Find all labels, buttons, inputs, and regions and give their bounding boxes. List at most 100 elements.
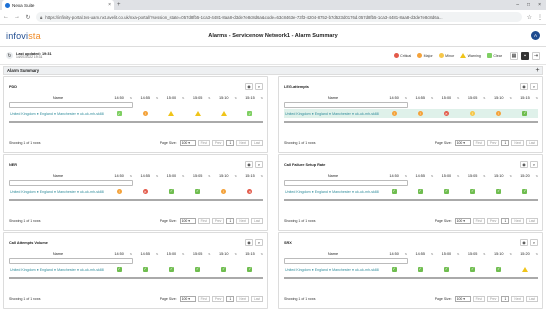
- name-filter-input[interactable]: [284, 180, 408, 186]
- column-header[interactable]: 15:15 ⇅: [512, 96, 538, 100]
- warning-icon[interactable]: [194, 111, 201, 116]
- column-header[interactable]: 14:55 ⇅: [132, 96, 159, 100]
- page-number-input[interactable]: 1: [501, 295, 510, 302]
- name-filter-input[interactable]: [9, 180, 133, 186]
- ok-icon[interactable]: ✓: [391, 189, 397, 194]
- ok-icon[interactable]: ✓: [168, 189, 174, 194]
- column-header[interactable]: 15:15 ⇅: [237, 174, 263, 178]
- last-page-button[interactable]: Last: [250, 295, 263, 302]
- column-header[interactable]: 15:05 ⇅: [185, 252, 211, 256]
- column-header[interactable]: 14:50 ⇅: [106, 96, 132, 100]
- first-page-button[interactable]: First: [197, 295, 210, 302]
- browser-tab[interactable]: Nexa Suite ×: [2, 0, 114, 10]
- new-tab-icon[interactable]: +: [117, 2, 121, 8]
- browser-menu-icon[interactable]: ⋮: [537, 14, 543, 21]
- next-page-button[interactable]: Next: [511, 217, 524, 224]
- first-page-button[interactable]: First: [197, 139, 210, 146]
- column-header[interactable]: 15:00 ⇅: [433, 96, 460, 100]
- prev-page-button[interactable]: Prev: [211, 217, 225, 224]
- export-icon[interactable]: ⇥: [532, 51, 540, 60]
- clear-icon[interactable]: ✓: [247, 111, 253, 116]
- horizontal-scrollbar[interactable]: [9, 121, 263, 123]
- page-number-input[interactable]: 1: [226, 295, 235, 302]
- last-page-button[interactable]: Last: [525, 295, 538, 302]
- last-page-button[interactable]: Last: [250, 217, 263, 224]
- sort-icon[interactable]: ⇅: [536, 174, 539, 178]
- horizontal-scrollbar[interactable]: [9, 199, 263, 201]
- ok-icon[interactable]: ✓: [195, 267, 201, 272]
- row-name-link[interactable]: United Kingdom ● England ● Manchester ● …: [284, 112, 381, 116]
- table-row[interactable]: United Kingdom ● England ● Manchester ● …: [284, 109, 538, 118]
- column-header-name[interactable]: Name: [10, 96, 106, 100]
- last-page-button[interactable]: Last: [250, 139, 263, 146]
- column-header[interactable]: 15:05 ⇅: [185, 174, 211, 178]
- column-header[interactable]: 14:50 ⇅: [381, 252, 407, 256]
- next-page-button[interactable]: Next: [236, 217, 249, 224]
- first-page-button[interactable]: First: [472, 139, 485, 146]
- next-page-button[interactable]: Next: [511, 295, 524, 302]
- ok-icon[interactable]: ✓: [522, 189, 528, 194]
- ok-icon[interactable]: ✓: [522, 111, 528, 116]
- calendar-icon[interactable]: ▦: [510, 51, 518, 60]
- sort-icon[interactable]: ⇅: [261, 174, 264, 178]
- warning-icon[interactable]: [168, 111, 175, 116]
- page-size-select[interactable]: 100 ▾: [179, 139, 196, 146]
- row-name-link[interactable]: United Kingdom ● England ● Manchester ● …: [284, 268, 381, 272]
- column-header[interactable]: 15:10 ⇅: [486, 174, 512, 178]
- reload-icon[interactable]: ↻: [25, 14, 31, 21]
- ok-icon[interactable]: ✓: [168, 267, 174, 272]
- horizontal-scrollbar[interactable]: [284, 121, 538, 123]
- page-size-select[interactable]: 100 ▾: [179, 217, 196, 224]
- maximize-icon[interactable]: □: [527, 2, 530, 8]
- page-size-select[interactable]: 100 ▾: [454, 295, 471, 302]
- column-header[interactable]: 15:00 ⇅: [433, 252, 460, 256]
- major-icon[interactable]: !: [496, 111, 502, 116]
- table-row[interactable]: United Kingdom ● England ● Manchester ● …: [9, 265, 263, 274]
- bookmark-star-icon[interactable]: ☆: [527, 14, 532, 21]
- table-row[interactable]: United Kingdom ● England ● Manchester ● …: [9, 187, 263, 196]
- horizontal-scrollbar[interactable]: [284, 199, 538, 201]
- column-header-name[interactable]: Name: [10, 174, 106, 178]
- column-header[interactable]: 15:10 ⇅: [211, 96, 237, 100]
- zoom-icon[interactable]: ⌕: [255, 239, 263, 246]
- column-header[interactable]: 14:55 ⇅: [407, 174, 434, 178]
- column-header[interactable]: 14:55 ⇅: [132, 252, 159, 256]
- column-header[interactable]: 15:00 ⇅: [433, 174, 460, 178]
- name-filter-input[interactable]: [284, 258, 408, 264]
- column-header[interactable]: 15:00 ⇅: [158, 252, 185, 256]
- address-bar[interactable]: 🔒︎ https://infinity-portal.tvs-uam.nxt.a…: [36, 12, 522, 22]
- ok-icon[interactable]: ✓: [470, 189, 476, 194]
- ok-icon[interactable]: ✓: [391, 267, 397, 272]
- zoom-icon[interactable]: ⌕: [530, 83, 538, 90]
- last-page-button[interactable]: Last: [525, 139, 538, 146]
- column-header[interactable]: 14:50 ⇅: [106, 174, 132, 178]
- column-header[interactable]: 15:15 ⇅: [237, 252, 263, 256]
- major-icon[interactable]: !: [221, 189, 227, 194]
- critical-icon[interactable]: ✕: [142, 189, 148, 194]
- sort-icon[interactable]: ⇅: [261, 96, 264, 100]
- close-tab-icon[interactable]: ×: [108, 2, 111, 8]
- next-page-button[interactable]: Next: [236, 295, 249, 302]
- clear-icon[interactable]: ✓: [116, 111, 122, 116]
- minimize-icon[interactable]: –: [516, 2, 519, 8]
- warning-icon[interactable]: [521, 267, 528, 272]
- table-row[interactable]: United Kingdom ● England ● Manchester ● …: [9, 109, 263, 118]
- column-header[interactable]: 15:00 ⇅: [158, 96, 185, 100]
- major-icon[interactable]: !: [116, 189, 122, 194]
- name-filter-input[interactable]: [284, 102, 408, 108]
- visibility-icon[interactable]: ◉: [245, 239, 253, 246]
- visibility-icon[interactable]: ◉: [245, 161, 253, 168]
- column-header-name[interactable]: Name: [285, 96, 381, 100]
- page-size-select[interactable]: 100 ▾: [454, 217, 471, 224]
- next-page-button[interactable]: Next: [511, 139, 524, 146]
- column-header[interactable]: 15:05 ⇅: [460, 252, 486, 256]
- last-page-button[interactable]: Last: [525, 217, 538, 224]
- critical-icon[interactable]: ✕: [443, 111, 449, 116]
- column-header-name[interactable]: Name: [285, 174, 381, 178]
- ok-icon[interactable]: ✓: [247, 267, 253, 272]
- sort-icon[interactable]: ⇅: [536, 96, 539, 100]
- page-number-input[interactable]: 1: [501, 217, 510, 224]
- prev-page-button[interactable]: Prev: [211, 295, 225, 302]
- back-icon[interactable]: ←: [3, 14, 9, 20]
- sort-icon[interactable]: ⇅: [536, 252, 539, 256]
